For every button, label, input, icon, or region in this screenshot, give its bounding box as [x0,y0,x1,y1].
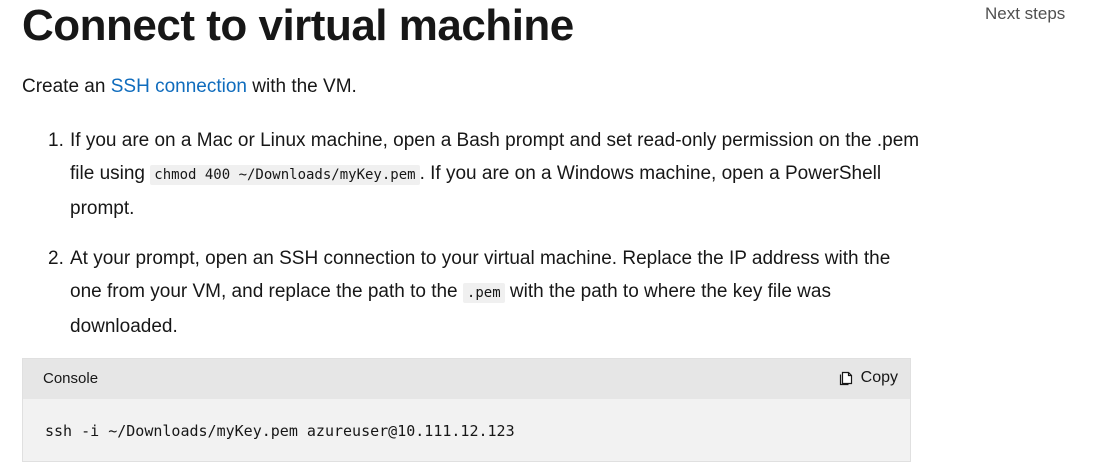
step-number: 2. [48,248,64,269]
ssh-connection-link[interactable]: SSH connection [111,76,247,97]
list-item: 1. If you are on a Mac or Linux machine, … [22,124,922,225]
step-number: 1. [48,130,64,151]
list-item: 2. At your prompt, open an SSH connection… [22,242,922,343]
toc-link-next-steps[interactable]: Next steps [985,3,1065,25]
inline-code: chmod 400 ~/Downloads/myKey.pem [150,165,420,185]
code-language-label: Console [43,370,99,387]
intro-text-after: with the VM. [246,76,357,97]
copy-button[interactable]: Copy [839,368,898,388]
steps-list: 1. If you are on a Mac or Linux machine, … [22,124,922,343]
code-content: ssh -i ~/Downloads/myKey.pem azureuser@1… [45,422,515,440]
inline-code: .pem [462,283,505,303]
intro-paragraph: Create an SSH connection with the VM. [22,74,357,100]
code-block-header: Console Copy [23,359,910,399]
page-title: Connect to virtual machine [22,1,574,50]
copy-button-label: Copy [860,369,898,386]
intro-text-before: Create an [22,76,111,97]
copy-icon [839,370,855,386]
code-block: Console Copy ssh -i ~/Downloads/myKey.pe… [22,358,911,462]
